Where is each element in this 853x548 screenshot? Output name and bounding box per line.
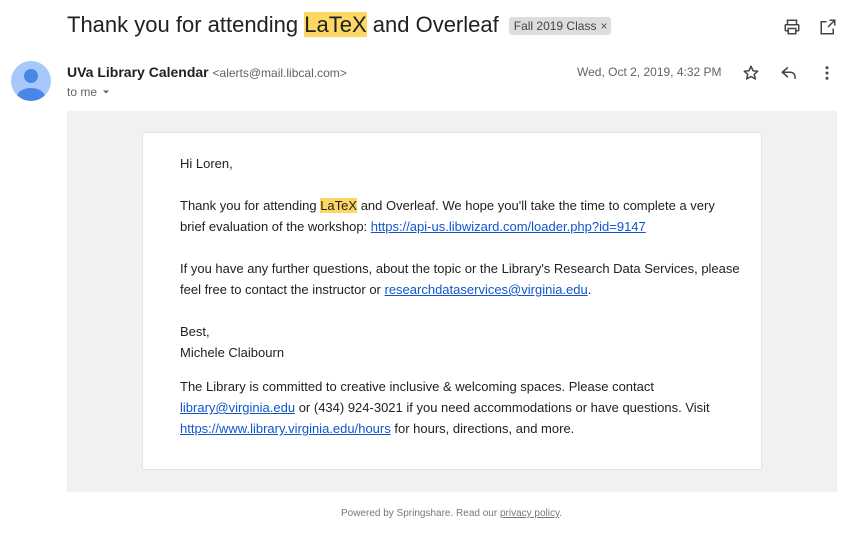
email-subject: Thank you for attending LaTeX and Overle… bbox=[67, 12, 499, 38]
body-highlight: LaTeX bbox=[320, 198, 358, 213]
library-hours-link[interactable]: https://www.library.virginia.edu/hours bbox=[180, 421, 391, 436]
footer-end: . bbox=[559, 508, 563, 519]
sender-avatar[interactable] bbox=[11, 61, 51, 101]
subject-highlight: LaTeX bbox=[304, 12, 367, 37]
subject-row: Thank you for attending LaTeX and Overle… bbox=[67, 12, 612, 38]
sender-email: <alerts@mail.libcal.com> bbox=[212, 66, 347, 80]
thread-actions bbox=[783, 18, 837, 36]
email-body: Hi Loren, Thank you for attending LaTeX … bbox=[180, 153, 740, 439]
paragraph-thanks-text: Thank you for attending bbox=[180, 198, 321, 213]
email-body-panel: Hi Loren, Thank you for attending LaTeX … bbox=[67, 111, 837, 492]
greeting: Hi Loren, bbox=[180, 156, 233, 171]
print-icon[interactable] bbox=[783, 18, 801, 36]
more-vertical-icon[interactable] bbox=[818, 64, 836, 82]
privacy-policy-link[interactable]: privacy policy bbox=[500, 508, 559, 519]
paragraph-questions-end: . bbox=[587, 282, 592, 297]
paragraph-accessibility: The Library is committed to creative inc… bbox=[180, 376, 740, 439]
subject-text-end: and Overleaf bbox=[366, 12, 499, 37]
open-in-new-window-icon[interactable] bbox=[819, 18, 837, 36]
sender-name[interactable]: UVa Library Calendar bbox=[67, 64, 209, 80]
footer: Powered by Springshare. Read our privacy… bbox=[0, 508, 853, 519]
email-date: Wed, Oct 2, 2019, 4:32 PM bbox=[577, 65, 722, 79]
library-email-link[interactable]: library@virginia.edu bbox=[180, 400, 295, 415]
paragraph-questions: If you have any further questions, about… bbox=[180, 258, 740, 300]
research-data-email-link[interactable]: researchdataservices@virginia.edu bbox=[385, 282, 588, 297]
remove-label-icon[interactable]: × bbox=[600, 19, 607, 33]
paragraph-accessibility-mid: or (434) 924-3021 if you need accommodat… bbox=[295, 400, 710, 415]
label-chip-text: Fall 2019 Class bbox=[513, 19, 597, 33]
signoff: Best, bbox=[180, 324, 210, 339]
caret-down-icon bbox=[103, 90, 110, 94]
footer-text: Powered by Springshare. Read our bbox=[340, 508, 500, 519]
evaluation-link[interactable]: https://api-us.libwizard.com/loader.php?… bbox=[371, 219, 646, 234]
email-content-card: Hi Loren, Thank you for attending LaTeX … bbox=[142, 132, 762, 470]
paragraph-thanks: Thank you for attending LaTeX and Overle… bbox=[180, 195, 740, 237]
sender-line: UVa Library Calendar <alerts@mail.libcal… bbox=[67, 64, 347, 80]
person-icon bbox=[17, 69, 45, 101]
subject-text-start: Thank you for attending bbox=[67, 12, 305, 37]
message-actions bbox=[742, 64, 836, 82]
recipient-text: to me bbox=[67, 85, 98, 99]
signature-name: Michele Claibourn bbox=[180, 345, 285, 360]
star-icon[interactable] bbox=[742, 64, 760, 82]
recipient-details-toggle[interactable]: to me bbox=[67, 85, 111, 99]
paragraph-accessibility-text: The Library is committed to creative inc… bbox=[180, 379, 654, 394]
paragraph-accessibility-end: for hours, directions, and more. bbox=[390, 421, 575, 436]
label-chip[interactable]: Fall 2019 Class × bbox=[508, 17, 612, 35]
reply-icon[interactable] bbox=[780, 64, 798, 82]
